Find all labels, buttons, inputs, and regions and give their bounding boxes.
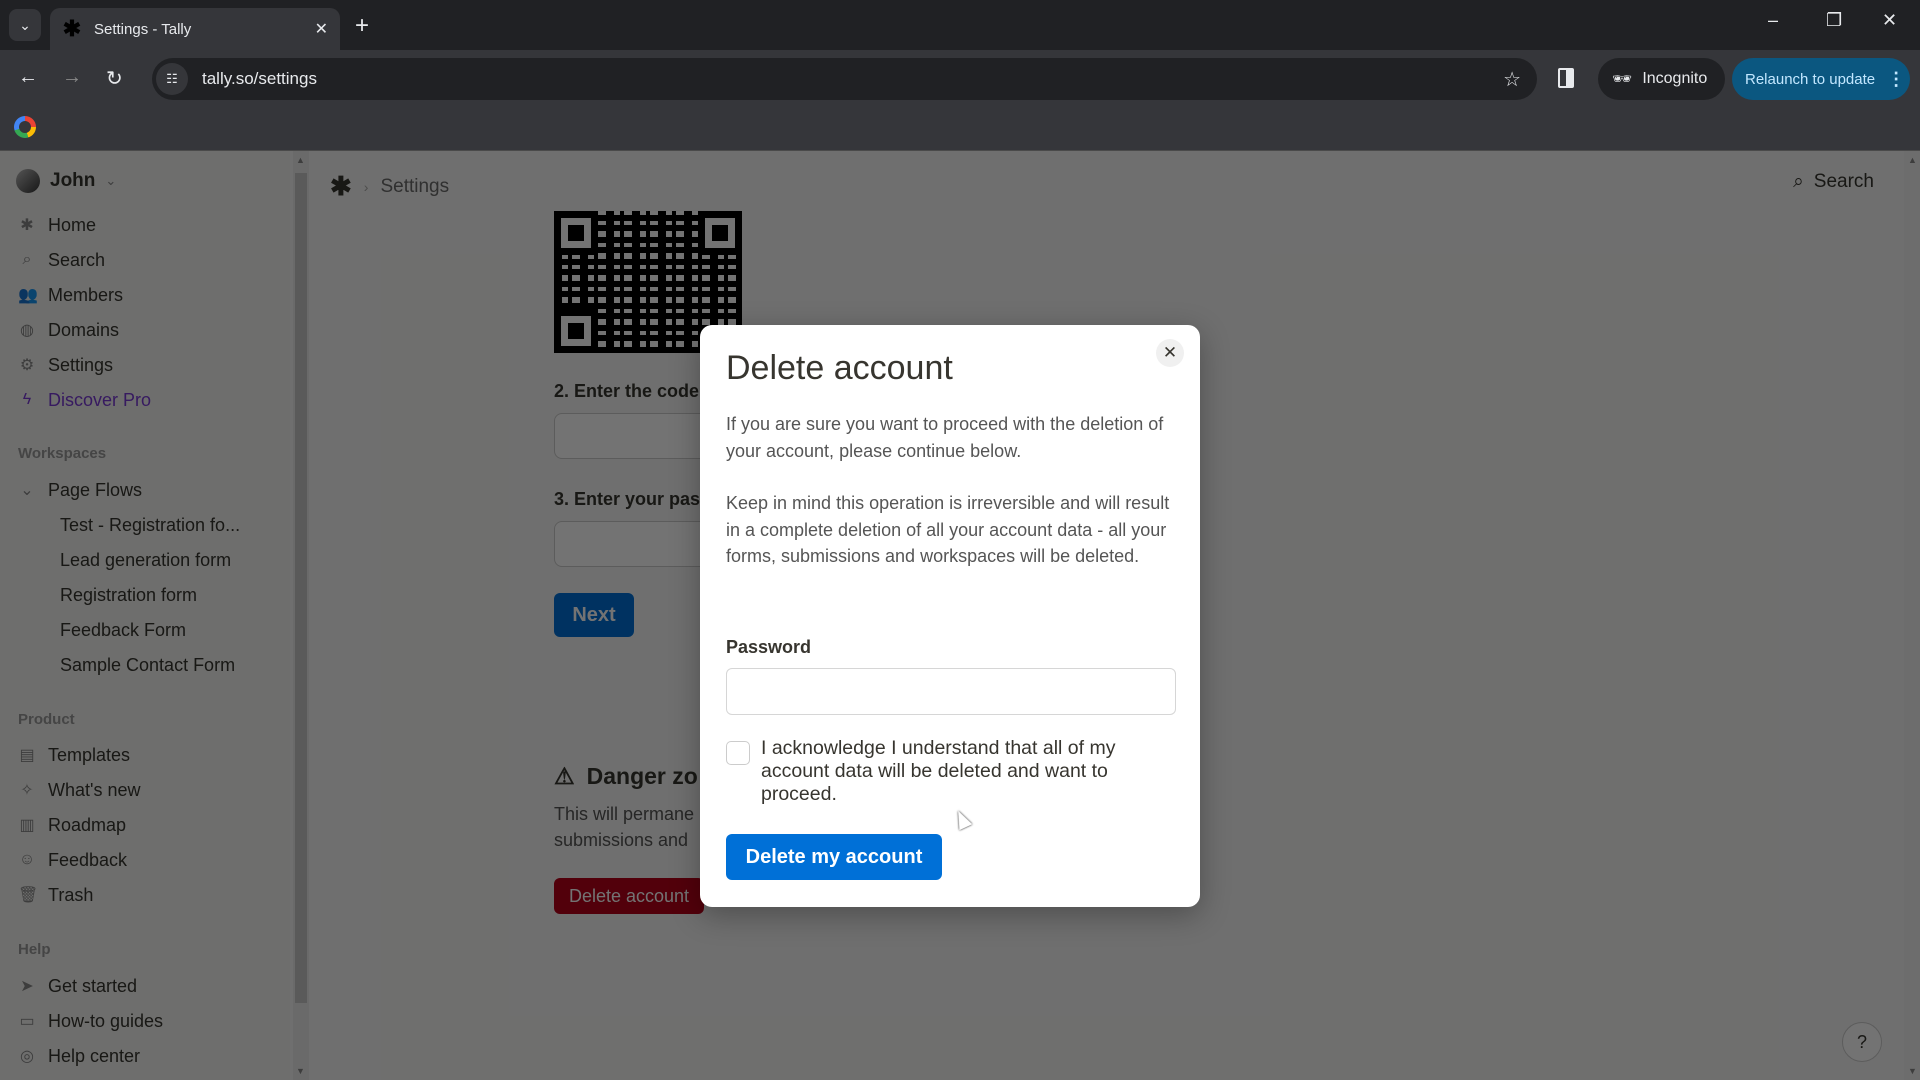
dialog-intro-text: If you are sure you want to proceed with…: [726, 414, 1164, 461]
address-bar[interactable]: ☷ tally.so/settings ☆: [152, 58, 1537, 100]
dialog-warning-text: Keep in mind this operation is irreversi…: [726, 493, 1170, 566]
new-tab-button[interactable]: +: [355, 12, 369, 40]
tally-asterisk-icon: ✱: [62, 16, 82, 41]
incognito-icon: 🕶: [1612, 71, 1633, 88]
reload-icon[interactable]: ↻: [106, 66, 123, 91]
close-icon[interactable]: ✕: [1156, 339, 1184, 367]
restore-icon[interactable]: ❐: [1826, 10, 1842, 31]
delete-account-dialog: ✕ Delete account If you are sure you wan…: [700, 325, 1200, 907]
password-label: Password: [726, 637, 812, 657]
browser-toolbar: ← → ↻ ☷ tally.so/settings ☆ 🕶 Incognito …: [0, 50, 1920, 108]
google-icon[interactable]: [14, 116, 36, 138]
tab-close-icon[interactable]: ✕: [315, 19, 328, 39]
tab-search-button[interactable]: ⌄: [9, 9, 41, 41]
acknowledge-checkbox[interactable]: [726, 741, 750, 765]
password-input[interactable]: [726, 668, 1176, 715]
chevron-down-icon: ⌄: [19, 16, 31, 33]
site-settings-icon[interactable]: ☷: [156, 63, 188, 95]
browser-tabstrip: ⌄ ✱ Settings - Tally ✕ + – ❐ ✕: [0, 0, 1920, 50]
bookmark-star-icon[interactable]: ☆: [1503, 67, 1521, 92]
acknowledge-label[interactable]: I acknowledge I understand that all of m…: [761, 737, 1171, 806]
url-text[interactable]: tally.so/settings: [202, 69, 317, 89]
browser-tab[interactable]: ✱ Settings - Tally ✕: [50, 8, 340, 50]
tab-title: Settings - Tally: [94, 20, 192, 38]
back-icon[interactable]: ←: [18, 66, 38, 89]
window-close-icon[interactable]: ✕: [1882, 10, 1897, 31]
tally-page: John ⌄ ✱Home ⌕Search 👥Members ◍Domains ⚙…: [0, 151, 1920, 1080]
delete-my-account-button[interactable]: Delete my account: [726, 834, 942, 880]
relaunch-button[interactable]: Relaunch to update ⋮: [1732, 58, 1910, 100]
incognito-label: Incognito: [1642, 70, 1708, 87]
more-vert-icon[interactable]: ⋮: [1887, 69, 1905, 90]
minimize-icon[interactable]: –: [1768, 10, 1778, 31]
dialog-title: Delete account: [726, 349, 953, 387]
incognito-indicator[interactable]: 🕶 Incognito: [1598, 58, 1725, 100]
forward-icon[interactable]: →: [62, 66, 82, 89]
side-panel-icon[interactable]: [1558, 68, 1574, 88]
relaunch-label: Relaunch to update: [1745, 70, 1876, 88]
bookmarks-bar: [0, 108, 1920, 151]
